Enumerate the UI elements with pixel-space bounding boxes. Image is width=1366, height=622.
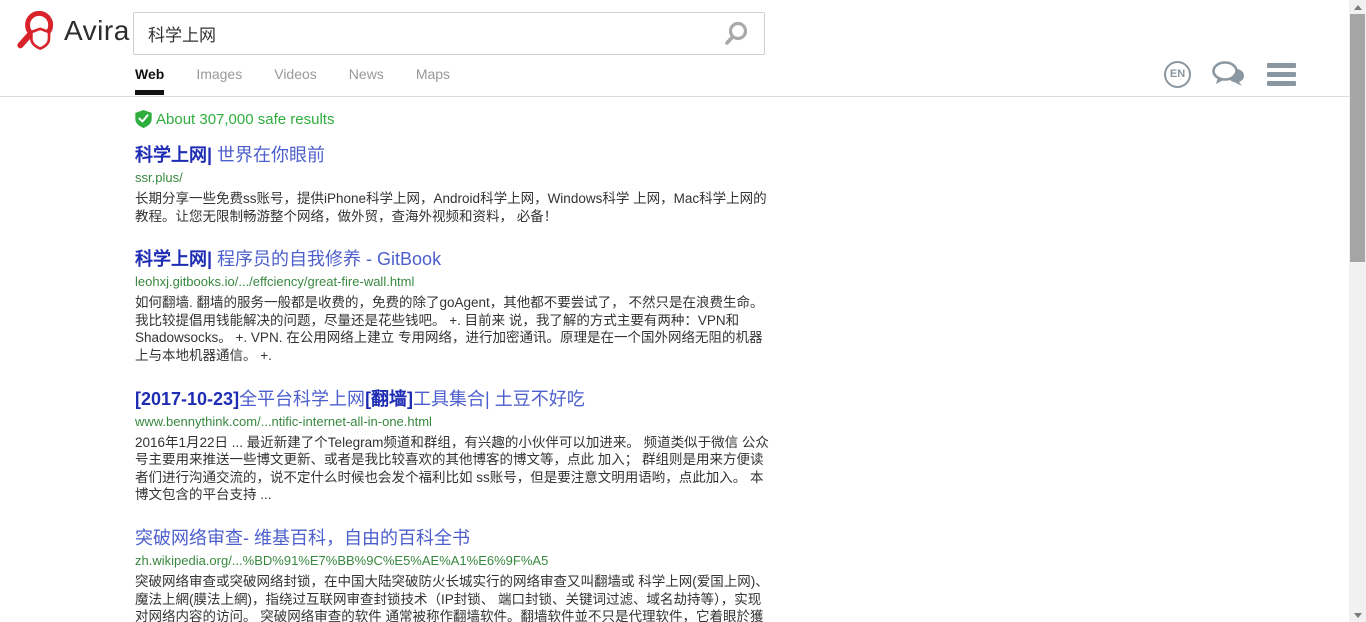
- result-description: 突破网络审查或突破网络封锁，在中国大陆突破防火长城实行的网络审查又叫翻墙或 科学…: [135, 573, 773, 622]
- result-url: www.bennythink.com/...ntific-internet-al…: [135, 414, 773, 429]
- chat-icon[interactable]: [1211, 60, 1247, 88]
- tab-videos[interactable]: Videos: [274, 66, 317, 101]
- search-button[interactable]: [708, 13, 764, 54]
- search-input[interactable]: [134, 13, 708, 54]
- vertical-scrollbar[interactable]: [1349, 0, 1366, 622]
- search-box: [133, 12, 765, 55]
- avira-logo[interactable]: Avira: [16, 9, 130, 53]
- tab-maps[interactable]: Maps: [416, 66, 450, 101]
- result-title-link[interactable]: 科学上网| 世界在你眼前: [135, 144, 773, 167]
- scroll-down-button[interactable]: [1349, 608, 1366, 622]
- arrow-up-icon: [1354, 5, 1362, 10]
- tab-images[interactable]: Images: [196, 66, 242, 101]
- shield-check-icon: [135, 110, 152, 128]
- result-url: ssr.plus/: [135, 170, 773, 185]
- results-list: 科学上网| 世界在你眼前 ssr.plus/ 长期分享一些免费ss账号，提供iP…: [135, 144, 773, 622]
- search-result: [2017-10-23]全平台科学上网[翻墙]工具集合| 土豆不好吃 www.b…: [135, 388, 773, 504]
- result-title-link[interactable]: 突破网络审查- 维基百科，自由的百科全书: [135, 527, 773, 550]
- language-selector[interactable]: EN: [1164, 61, 1191, 88]
- scroll-up-button[interactable]: [1349, 0, 1366, 14]
- avira-logo-icon: [16, 9, 60, 53]
- search-tabs: Web Images Videos News Maps: [135, 66, 482, 101]
- result-description: 长期分享一些免费ss账号，提供iPhone科学上网，Android科学上网，Wi…: [135, 190, 773, 225]
- hamburger-menu-icon[interactable]: [1267, 61, 1296, 88]
- header-icons: EN: [1164, 60, 1296, 88]
- search-result: 科学上网| 程序员的自我修养 - GitBook leohxj.gitbooks…: [135, 248, 773, 364]
- search-results-page: Avira Web Images Videos News Maps EN: [0, 0, 1366, 622]
- brand-name: Avira: [64, 15, 130, 47]
- result-url: zh.wikipedia.org/...%BD%91%E7%BB%9C%E5%A…: [135, 553, 773, 568]
- results-meta: About 307,000 safe results: [135, 110, 773, 128]
- result-url: leohxj.gitbooks.io/.../effciency/great-f…: [135, 274, 773, 289]
- results-count-text: About 307,000 safe results: [156, 111, 334, 128]
- search-result: 科学上网| 世界在你眼前 ssr.plus/ 长期分享一些免费ss账号，提供iP…: [135, 144, 773, 225]
- result-description: 2016年1月22日 ... 最近新建了个Telegram频道和群组，有兴趣的小…: [135, 434, 773, 504]
- results-area: About 307,000 safe results 科学上网| 世界在你眼前 …: [135, 110, 773, 622]
- result-title-link[interactable]: [2017-10-23]全平台科学上网[翻墙]工具集合| 土豆不好吃: [135, 388, 773, 411]
- search-icon: [722, 20, 750, 48]
- tab-news[interactable]: News: [349, 66, 384, 101]
- search-result: 突破网络审查- 维基百科，自由的百科全书 zh.wikipedia.org/..…: [135, 527, 773, 622]
- result-title-link[interactable]: 科学上网| 程序员的自我修养 - GitBook: [135, 248, 773, 271]
- result-description: 如何翻墙. 翻墙的服务一般都是收费的，免费的除了goAgent，其他都不要尝试了…: [135, 294, 773, 364]
- arrow-down-icon: [1354, 613, 1362, 618]
- header: Avira WebImagesVideosNewsMaps EN: [0, 0, 1349, 97]
- scrollbar-thumb[interactable]: [1350, 14, 1365, 262]
- tab-web[interactable]: Web: [135, 66, 164, 101]
